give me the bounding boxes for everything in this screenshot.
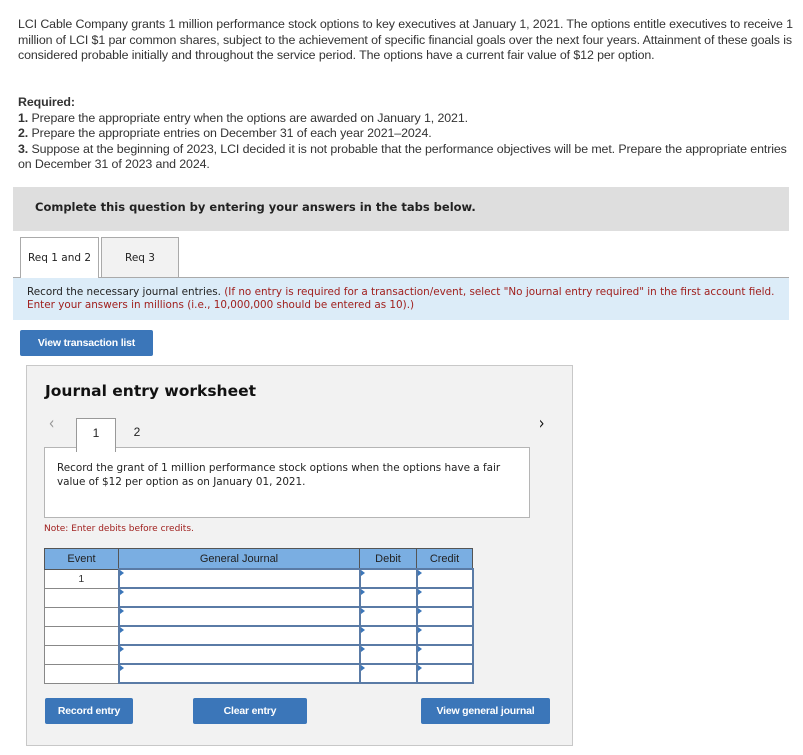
credit-input[interactable]: [415, 568, 474, 589]
table-row: [44, 587, 474, 608]
requirements-section: Required: 1. Prepare the appropriate ent…: [18, 95, 793, 173]
debit-input[interactable]: [358, 625, 418, 646]
requirement-number: 2.: [18, 126, 29, 141]
requirement-item: 1. Prepare the appropriate entry when th…: [18, 111, 793, 127]
credit-input[interactable]: [415, 606, 474, 627]
debit-input[interactable]: [358, 644, 418, 665]
header-debit: Debit: [359, 548, 417, 570]
table-row: 1: [44, 568, 474, 589]
event-cell: [44, 644, 119, 665]
header-general-journal: General Journal: [118, 548, 360, 570]
credit-input[interactable]: [415, 644, 474, 665]
view-transaction-list-button[interactable]: View transaction list: [20, 330, 153, 356]
account-input[interactable]: [117, 663, 361, 684]
entry-description: Record the grant of 1 million performanc…: [44, 447, 530, 518]
debit-input[interactable]: [358, 568, 418, 589]
account-input[interactable]: [117, 625, 361, 646]
table-row: [44, 606, 474, 627]
clear-entry-button[interactable]: Clear entry: [193, 698, 307, 724]
debit-credit-note: Note: Enter debits before credits.: [44, 524, 194, 534]
worksheet-title: Journal entry worksheet: [45, 382, 257, 400]
instructions-banner-text: Complete this question by entering your …: [35, 200, 476, 214]
requirement-number: 1.: [18, 110, 29, 125]
requirement-number: 3.: [18, 141, 29, 156]
debit-input[interactable]: [358, 587, 418, 608]
account-input[interactable]: [117, 587, 361, 608]
instruction-main: Record the necessary journal entries.: [27, 286, 225, 298]
required-title: Required:: [18, 95, 75, 109]
problem-intro: LCI Cable Company grants 1 million perfo…: [18, 17, 793, 63]
credit-input[interactable]: [415, 663, 474, 684]
event-cell: 1: [44, 568, 119, 589]
tab-req-3[interactable]: Req 3: [101, 237, 179, 277]
event-cell: [44, 663, 119, 684]
requirement-text: Prepare the appropriate entry when the o…: [28, 110, 468, 125]
event-cell: [44, 625, 119, 646]
requirement-item: 3. Suppose at the beginning of 2023, LCI…: [18, 142, 793, 173]
journal-entry-worksheet: Journal entry worksheet ‹ 1 2 › Record t…: [26, 365, 573, 746]
entry-tab-2[interactable]: 2: [122, 418, 152, 446]
instructions-banner: Complete this question by entering your …: [13, 187, 789, 231]
credit-input[interactable]: [415, 587, 474, 608]
entry-tab-1[interactable]: 1: [76, 418, 116, 452]
event-cell: [44, 606, 119, 627]
table-row: [44, 625, 474, 646]
record-entry-button[interactable]: Record entry: [45, 698, 133, 724]
requirement-text: Prepare the appropriate entries on Decem…: [28, 126, 432, 141]
table-row: [44, 663, 474, 684]
header-credit: Credit: [416, 548, 473, 570]
account-input[interactable]: [117, 644, 361, 665]
journal-instructions: Record the necessary journal entries. (I…: [13, 278, 789, 320]
view-general-journal-button[interactable]: View general journal: [421, 698, 550, 724]
header-event: Event: [44, 548, 119, 570]
requirement-text: Suppose at the beginning of 2023, LCI de…: [18, 141, 787, 172]
requirement-item: 2. Prepare the appropriate entries on De…: [18, 126, 793, 142]
journal-table: Event General Journal Debit Credit 1: [44, 548, 474, 684]
table-row: [44, 644, 474, 665]
journal-table-header: Event General Journal Debit Credit: [44, 548, 473, 570]
account-input[interactable]: [117, 568, 361, 589]
chevron-right-icon[interactable]: ›: [539, 413, 545, 434]
chevron-left-icon[interactable]: ‹: [49, 413, 55, 434]
credit-input[interactable]: [415, 625, 474, 646]
account-input[interactable]: [117, 606, 361, 627]
debit-input[interactable]: [358, 663, 418, 684]
tab-req-1-and-2[interactable]: Req 1 and 2: [20, 237, 99, 278]
debit-input[interactable]: [358, 606, 418, 627]
event-cell: [44, 587, 119, 608]
